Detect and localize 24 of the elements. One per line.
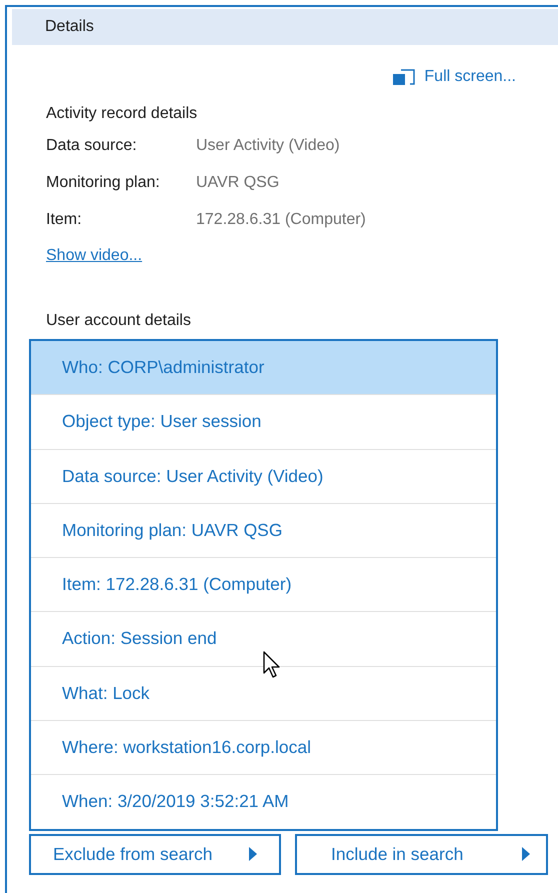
list-item[interactable]: Item: 172.28.6.31 (Computer) — [31, 557, 496, 612]
list-item[interactable]: Monitoring plan: UAVR QSG — [31, 502, 496, 558]
section-heading: User account details — [46, 311, 192, 331]
field-value: UAVR QSG — [196, 173, 280, 193]
exclude-button[interactable]: Exclude from search — [29, 834, 281, 875]
panel-title: Details — [45, 18, 94, 36]
field-label: Item: — [46, 210, 83, 230]
full-screen-icon — [393, 69, 416, 85]
triangle-icon — [249, 847, 257, 862]
list-item[interactable]: When: 3/20/2019 3:52:21 AM — [31, 774, 496, 829]
field-value: 172.28.6.31 (Computer) — [196, 210, 366, 230]
field-label: Data source: — [46, 136, 138, 156]
show-video-link[interactable]: Show video... — [46, 247, 142, 264]
field-value: User Activity (Video) — [196, 136, 340, 156]
list-item[interactable]: Where: workstation16.corp.local — [31, 720, 496, 774]
full-screen-link[interactable]: Full screen... — [393, 65, 516, 89]
list-item[interactable]: Who: CORP\administrator — [31, 341, 496, 394]
field-label: Monitoring plan: — [46, 173, 161, 193]
triangle-icon — [522, 847, 530, 862]
list-item[interactable]: Data source: User Activity (Video) — [31, 448, 496, 503]
cursor-icon — [263, 651, 281, 679]
include-button[interactable]: Include in search — [295, 834, 548, 875]
list-item[interactable]: Object type: User session — [31, 394, 496, 449]
section-heading: Activity record details — [46, 104, 198, 124]
